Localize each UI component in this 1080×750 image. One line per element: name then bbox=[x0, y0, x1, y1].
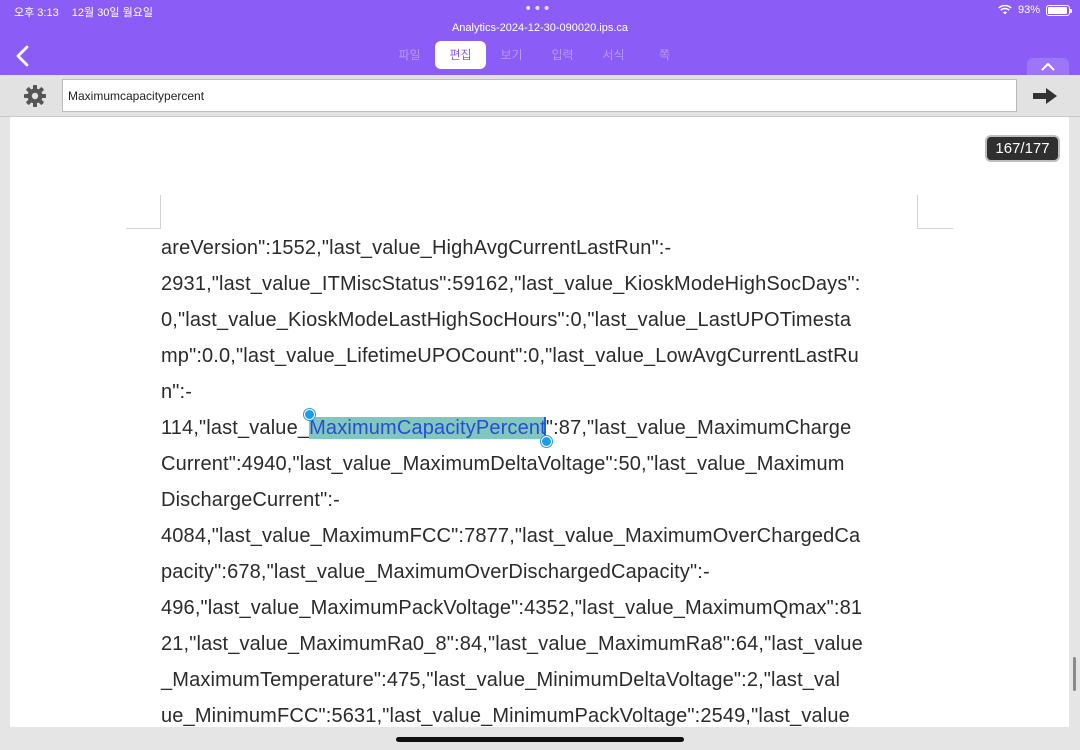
search-match-highlight[interactable]: MaximumCapacityPercent bbox=[309, 417, 546, 439]
text-line: n":- bbox=[161, 381, 193, 403]
home-indicator[interactable] bbox=[396, 737, 684, 742]
text-line: _MaximumTemperature":475,"last_value_Min… bbox=[161, 669, 841, 691]
text-line: 0,"last_value_KioskModeLastHighSocHours"… bbox=[161, 309, 852, 331]
tab-page[interactable]: 쪽 bbox=[639, 41, 690, 69]
chevron-up-icon bbox=[1041, 63, 1055, 71]
match-counter: 167/177 bbox=[985, 135, 1060, 162]
crop-mark bbox=[160, 195, 161, 229]
gear-icon[interactable] bbox=[23, 84, 47, 108]
text-line: 2931,"last_value_ITMiscStatus":59162,"la… bbox=[161, 273, 861, 295]
menu-tabs: 파일 편집 보기 입력 서식 쪽 bbox=[384, 41, 690, 69]
text-line: mp":0.0,"last_value_LifetimeUPOCount":0,… bbox=[161, 345, 859, 367]
document-body[interactable]: areVersion":1552,"last_value_HighAvgCurr… bbox=[161, 230, 921, 734]
status-time: 오후 3:13 bbox=[14, 7, 59, 19]
status-bar-right: 93% bbox=[998, 4, 1072, 16]
status-bar-left: 오후 3:13 12월 30일 월요일 bbox=[14, 4, 163, 20]
text-line: 4084,"last_value_MaximumFCC":7877,"last_… bbox=[161, 525, 861, 547]
tab-file[interactable]: 파일 bbox=[384, 41, 435, 69]
crop-mark bbox=[917, 228, 953, 229]
multitasking-dots[interactable]: ••• bbox=[524, 1, 552, 17]
battery-icon bbox=[1046, 4, 1072, 16]
document-title: Analytics-2024-12-30-090020.ips.ca bbox=[451, 22, 629, 34]
arrow-right-icon[interactable] bbox=[1031, 86, 1059, 106]
text-line: 496,"last_value_MaximumPackVoltage":4352… bbox=[161, 597, 863, 619]
text-before-match: 114,"last_value_ bbox=[161, 417, 310, 439]
text-line: pacity":678,"last_value_MaximumOverDisch… bbox=[161, 561, 710, 583]
collapse-toolbar-button[interactable] bbox=[1027, 58, 1069, 75]
scroll-indicator[interactable] bbox=[1073, 657, 1076, 691]
text-line: 21,"last_value_MaximumRa0_8":84,"last_va… bbox=[161, 633, 863, 655]
text-line: Current":4940,"last_value_MaximumDeltaVo… bbox=[161, 453, 845, 475]
search-input[interactable] bbox=[62, 79, 1017, 112]
battery-fill bbox=[1048, 6, 1067, 14]
tab-edit[interactable]: 편집 bbox=[435, 41, 486, 69]
selection-end-handle[interactable] bbox=[540, 436, 552, 447]
text-line: DischargeCurrent":- bbox=[161, 489, 340, 511]
wifi-icon bbox=[998, 5, 1012, 15]
battery-percent: 93% bbox=[1017, 4, 1040, 16]
tab-view[interactable]: 보기 bbox=[486, 41, 537, 69]
tab-insert[interactable]: 입력 bbox=[537, 41, 588, 69]
tab-format[interactable]: 서식 bbox=[588, 41, 639, 69]
text-after-match: ":87,"last_value_MaximumCharge bbox=[545, 417, 852, 439]
chevron-left-icon[interactable] bbox=[12, 44, 34, 68]
crop-mark bbox=[126, 228, 161, 229]
text-line: areVersion":1552,"last_value_HighAvgCurr… bbox=[161, 237, 672, 259]
status-date: 12월 30일 월요일 bbox=[71, 7, 153, 19]
crop-mark bbox=[917, 195, 918, 229]
app-header: 오후 3:13 12월 30일 월요일 ••• 93% Analytics-20… bbox=[0, 0, 1080, 75]
